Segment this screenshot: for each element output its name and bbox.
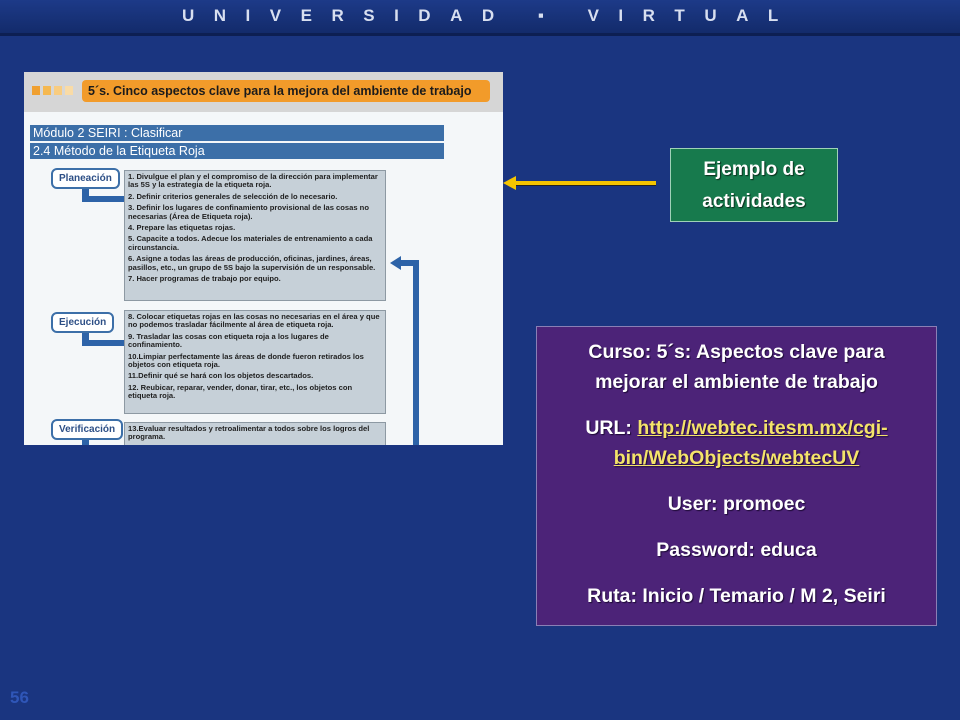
task-item: 4. Prepare las etiquetas rojas.: [128, 223, 236, 233]
university-title: UNIVERSIDAD ▪ VIRTUAL: [182, 6, 798, 25]
callout-line: actividades: [702, 191, 806, 212]
section-title: 2.4 Método de la Etiqueta Roja: [30, 143, 444, 159]
slide-number: 56: [10, 688, 29, 707]
module-title: Módulo 2 SEIRI : Clasificar: [30, 125, 444, 141]
task-item: 12. Reubicar, reparar, vender, donar, ti…: [128, 382, 353, 401]
route-text: Ruta: Inicio / Temario / M 2, Seiri: [587, 585, 886, 607]
url-line: URL: http://webtec.itesm.mx/cgi-: [537, 413, 936, 443]
course-banner: 5´s. Cinco aspectos clave para la mejora…: [82, 80, 490, 102]
phase-tag-planeacion: Planeación: [51, 168, 120, 189]
url-link[interactable]: bin/WebObjects/webtecUV: [614, 447, 860, 469]
password-text: Password: educa: [656, 539, 817, 561]
connector: [82, 340, 124, 346]
phase-tag-verificacion: Verificación: [51, 419, 124, 440]
pointer-arrow: [514, 181, 656, 185]
course-info-box: Curso: 5´s: Aspectos clave para mejorar …: [536, 326, 937, 626]
task-item: 11.Definir qué se hará con los objetos d…: [128, 371, 314, 381]
course-name: Curso: 5´s: Aspectos clave para: [588, 341, 885, 363]
screenshot-header: 5´s. Cinco aspectos clave para la mejora…: [24, 72, 503, 112]
dots-icon: [32, 86, 73, 95]
user-text: User: promoec: [667, 493, 806, 515]
arrow-left-icon: [390, 256, 401, 270]
task-item: 2. Definir criterios generales de selecc…: [128, 191, 338, 201]
task-item: 10.Limpiar perfectamente las áreas de do…: [128, 351, 364, 370]
task-item: 1. Divulgue el plan y el compromiso de l…: [128, 172, 378, 190]
task-box-verificacion: 13.Evaluar resultados y retroalimentar a…: [124, 422, 386, 445]
task-item: 3. Definir los lugares de confinamiento …: [128, 203, 369, 221]
task-item: 9. Trasladar las cosas con etiqueta roja…: [128, 331, 329, 350]
task-item: 7. Hacer programas de trabajo por equipo…: [128, 274, 281, 284]
url-line: bin/WebObjects/webtecUV: [537, 443, 936, 473]
task-item: 8. Colocar etiquetas rojas en las cosas …: [128, 312, 380, 330]
url-link[interactable]: http://webtec.itesm.mx/cgi-: [637, 417, 887, 439]
top-banner: UNIVERSIDAD ▪ VIRTUAL: [0, 0, 960, 36]
loop-line: [413, 266, 419, 445]
task-item: 5. Capacite a todos. Adecue los material…: [128, 234, 373, 252]
callout-line: Ejemplo de: [703, 159, 805, 180]
url-label: URL:: [585, 417, 638, 439]
connector: [82, 196, 124, 202]
task-box-planeacion: 1. Divulgue el plan y el compromiso de l…: [124, 170, 386, 301]
course-screenshot: 5´s. Cinco aspectos clave para la mejora…: [24, 72, 503, 445]
task-box-ejecucion: 8. Colocar etiquetas rojas en las cosas …: [124, 310, 386, 414]
loop-line: [400, 260, 419, 266]
course-name: mejorar el ambiente de trabajo: [595, 371, 878, 393]
arrow-left-icon: [503, 176, 516, 190]
callout-box: Ejemplo de actividades: [670, 148, 838, 222]
task-item: 13.Evaluar resultados y retroalimentar a…: [128, 424, 370, 442]
task-item: 6. Asigne a todas las áreas de producció…: [128, 254, 376, 272]
phase-tag-ejecucion: Ejecución: [51, 312, 115, 333]
